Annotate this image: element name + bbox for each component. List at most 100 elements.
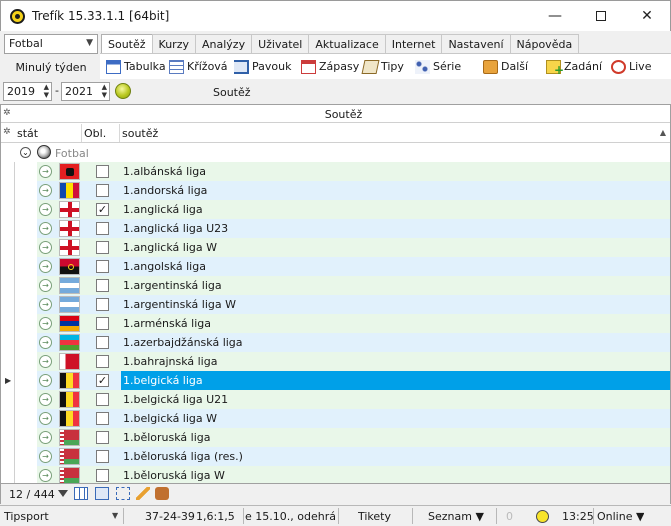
- column-header-obl[interactable]: Obl.: [82, 124, 120, 142]
- favorite-checkbox[interactable]: [96, 165, 109, 178]
- table-row[interactable]: → 1.belgická liga W: [1, 409, 670, 428]
- dalsi-button[interactable]: Další: [483, 58, 528, 76]
- open-arrow-icon[interactable]: →: [39, 374, 52, 387]
- open-arrow-icon[interactable]: →: [39, 298, 52, 311]
- group-row[interactable]: ⌄ Fotbal: [1, 143, 670, 162]
- serie-button[interactable]: Série: [415, 58, 461, 76]
- favorite-checkbox[interactable]: [96, 355, 109, 368]
- live-button[interactable]: Live: [611, 58, 651, 76]
- list-dropdown[interactable]: Seznam ▼: [428, 510, 484, 523]
- bookmaker-select[interactable]: Tipsport: [4, 510, 49, 523]
- open-arrow-icon[interactable]: →: [39, 260, 52, 273]
- tickets-button[interactable]: Tikety: [358, 510, 391, 523]
- chevron-down-icon[interactable]: ▼: [112, 511, 118, 520]
- year-range-row: 2019 ▲ ▼ - 2021 ▲ ▼ Soutěž: [0, 80, 671, 102]
- table-row[interactable]: → 1.bahrajnská liga: [1, 352, 670, 371]
- favorite-checkbox[interactable]: [96, 279, 109, 292]
- open-arrow-icon[interactable]: →: [39, 241, 52, 254]
- favorite-checkbox[interactable]: [96, 450, 109, 463]
- favorite-checkbox[interactable]: [96, 431, 109, 444]
- grid-icon[interactable]: [74, 487, 88, 500]
- table-row[interactable]: → 1.angolská liga: [1, 257, 670, 276]
- tab-nastaveni[interactable]: Nastavení: [441, 34, 511, 53]
- favorite-checkbox[interactable]: ✓: [96, 203, 109, 216]
- tab-analyzy[interactable]: Analýzy: [195, 34, 253, 53]
- tab-soutez[interactable]: Soutěž: [101, 34, 153, 55]
- competition-rows: → 1.albánská liga → 1.andorská liga → ✓ 1.angl…: [1, 162, 670, 483]
- table-row[interactable]: → 1.běloruská liga: [1, 428, 670, 447]
- favorite-checkbox[interactable]: [96, 222, 109, 235]
- year-from-spinner[interactable]: 2019 ▲ ▼: [3, 82, 52, 101]
- table-row[interactable]: → 1.argentinská liga W: [1, 295, 670, 314]
- sport-select[interactable]: Fotbal ▼: [4, 34, 98, 54]
- close-button[interactable]: ✕: [624, 1, 670, 32]
- online-dropdown[interactable]: Online ▼: [597, 510, 644, 523]
- open-arrow-icon[interactable]: →: [39, 393, 52, 406]
- table-row[interactable]: → 1.argentinská liga: [1, 276, 670, 295]
- table-row[interactable]: → 1.běloruská liga W: [1, 466, 670, 483]
- tab-uzivatel[interactable]: Uživatel: [251, 34, 310, 53]
- favorite-checkbox[interactable]: [96, 393, 109, 406]
- open-arrow-icon[interactable]: →: [39, 184, 52, 197]
- favorite-checkbox[interactable]: [96, 260, 109, 273]
- edit-icon[interactable]: [136, 487, 150, 500]
- table-row[interactable]: ▶ → ✓ 1.belgická liga: [1, 371, 670, 390]
- open-arrow-icon[interactable]: →: [39, 203, 52, 216]
- favorite-checkbox[interactable]: [96, 336, 109, 349]
- competition-grid: ✲ Soutěž ✲ stát Obl. soutěž ▲ ⌄ Fotbal →…: [0, 104, 671, 484]
- open-arrow-icon[interactable]: →: [39, 450, 52, 463]
- table-row[interactable]: → 1.azerbajdžánská liga: [1, 333, 670, 352]
- open-arrow-icon[interactable]: →: [39, 222, 52, 235]
- collapse-icon[interactable]: ⌄: [20, 147, 31, 158]
- column-header-stat[interactable]: stát: [15, 124, 82, 142]
- favorite-checkbox[interactable]: [96, 298, 109, 311]
- maximize-button[interactable]: [578, 1, 624, 32]
- open-arrow-icon[interactable]: →: [39, 317, 52, 330]
- open-arrow-icon[interactable]: →: [39, 412, 52, 425]
- favorite-checkbox[interactable]: [96, 241, 109, 254]
- minimize-button[interactable]: —: [532, 1, 578, 32]
- row-indicator: [1, 466, 15, 483]
- table-row[interactable]: → ✓ 1.anglická liga: [1, 200, 670, 219]
- table-row[interactable]: → 1.arménská liga: [1, 314, 670, 333]
- open-arrow-icon[interactable]: →: [39, 431, 52, 444]
- table-row[interactable]: → 1.anglická liga W: [1, 238, 670, 257]
- period-button[interactable]: Minulý týden: [4, 58, 98, 78]
- pavouk-button[interactable]: Pavouk: [234, 58, 291, 76]
- favorite-checkbox[interactable]: [96, 317, 109, 330]
- grid-add-icon[interactable]: [95, 487, 109, 500]
- competition-name: 1.andorská liga: [123, 184, 208, 197]
- tennis-ball-icon[interactable]: [115, 83, 131, 99]
- tab-internet[interactable]: Internet: [384, 34, 443, 53]
- tipy-button[interactable]: Tipy: [361, 58, 404, 76]
- zapasy-button[interactable]: Zápasy: [301, 58, 359, 76]
- favorite-checkbox[interactable]: [96, 469, 109, 482]
- column-header-soutez[interactable]: soutěž: [120, 124, 670, 142]
- table-row[interactable]: → 1.běloruská liga (res.): [1, 447, 670, 466]
- open-arrow-icon[interactable]: →: [39, 355, 52, 368]
- spinner-arrows-icon[interactable]: ▲ ▼: [102, 83, 107, 99]
- record-count: 12 / 444: [9, 488, 55, 501]
- zadani-button[interactable]: Zadání: [546, 58, 602, 79]
- favorite-checkbox[interactable]: ✓: [96, 374, 109, 387]
- tab-aktualizace[interactable]: Aktualizace: [308, 34, 386, 53]
- table-row[interactable]: → 1.andorská liga: [1, 181, 670, 200]
- tab-napoveda[interactable]: Nápověda: [509, 34, 580, 53]
- tab-kurzy[interactable]: Kurzy: [151, 34, 196, 53]
- open-arrow-icon[interactable]: →: [39, 336, 52, 349]
- open-arrow-icon[interactable]: →: [39, 279, 52, 292]
- open-arrow-icon[interactable]: →: [39, 165, 52, 178]
- grid-export-icon[interactable]: [116, 487, 130, 500]
- table-row[interactable]: → 1.albánská liga: [1, 162, 670, 181]
- spinner-arrows-icon[interactable]: ▲ ▼: [44, 83, 49, 99]
- favorite-checkbox[interactable]: [96, 184, 109, 197]
- krizova-button[interactable]: Křížová: [169, 58, 228, 76]
- open-arrow-icon[interactable]: →: [39, 469, 52, 482]
- filter-icon[interactable]: [58, 490, 68, 497]
- table-row[interactable]: → 1.belgická liga U21: [1, 390, 670, 409]
- filter-settings-icon[interactable]: [155, 487, 169, 500]
- favorite-checkbox[interactable]: [96, 412, 109, 425]
- table-row[interactable]: → 1.anglická liga U23: [1, 219, 670, 238]
- tabulka-button[interactable]: Tabulka: [106, 58, 166, 76]
- year-to-spinner[interactable]: 2021 ▲ ▼: [61, 82, 110, 101]
